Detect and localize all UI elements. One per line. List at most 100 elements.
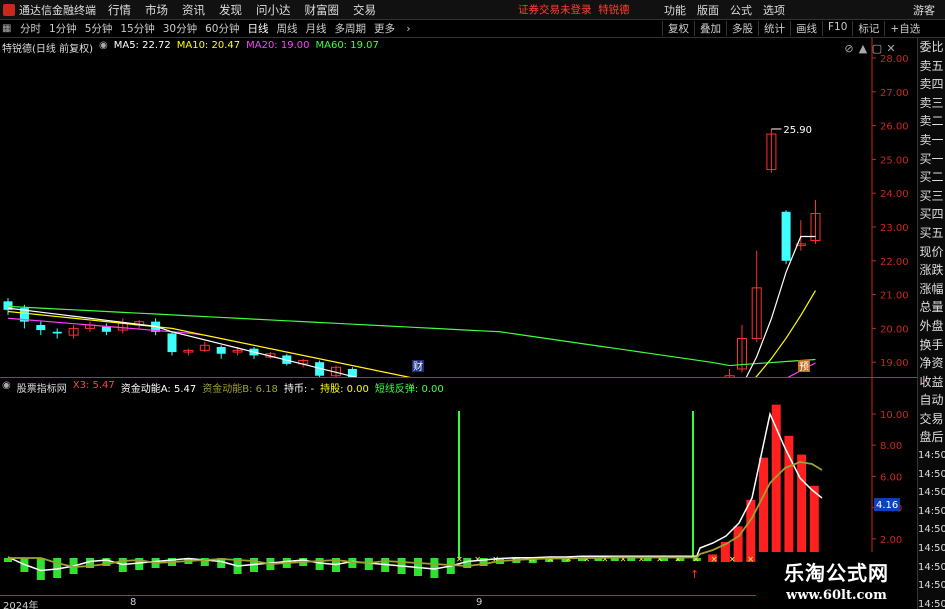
x-marker: ✕ [474,555,481,564]
menu-ask[interactable]: 问小达 [256,2,291,18]
side-panel-item[interactable]: 14:50 [918,596,945,609]
period-toolbar: ▦ 分时 1分钟 5分钟 15分钟 30分钟 60分钟 日线 周线 月线 多周期… [0,20,945,38]
side-panel-item[interactable]: 买一 [918,150,945,169]
menu-quotes[interactable]: 行情 [108,2,131,18]
app-logo[interactable]: 通达信金融终端 [0,2,100,18]
menu-layout[interactable]: 版面 [697,2,719,18]
menu-wealth[interactable]: 财富圈 [305,2,340,18]
multi-stock-button[interactable]: 多股 [726,21,758,36]
side-panel-item[interactable]: 14:50 [918,559,945,578]
fund-energy-a-line [7,411,823,572]
watermark-url: www.60lt.com [786,588,887,603]
side-panel-item[interactable]: 买五 [918,224,945,243]
side-panel-item[interactable]: 买二 [918,168,945,187]
stats-button[interactable]: 统计 [758,21,790,36]
side-panel-item[interactable]: 14:50 [918,540,945,559]
side-panel-item[interactable]: 收益 [918,373,945,392]
candle-body-down [52,331,62,334]
menu-discover[interactable]: 发现 [219,2,242,18]
side-panel-item[interactable]: 14:50 [918,484,945,503]
price-tick-label: 27.00 [880,88,909,99]
side-panel-item[interactable]: 委比 [918,38,945,57]
menu-options[interactable]: 选项 [763,2,785,18]
side-panel-item[interactable]: 涨跌 [918,261,945,280]
price-tick-label: 23.00 [880,223,909,234]
side-panel-item[interactable]: 14:50 [918,521,945,540]
side-panel-item[interactable]: 买三 [918,187,945,206]
candle-body-down [216,346,226,354]
indicator-bar-red [797,454,807,562]
period-weekly[interactable]: 周线 [277,21,298,36]
side-panel-item[interactable]: 卖四 [918,75,945,94]
indicator-bar-green [643,558,652,561]
grid-icon[interactable]: ▦ [2,23,14,34]
side-panel-item[interactable]: 交易 [918,410,945,429]
indicator-bar-red [746,499,756,562]
side-panel-item[interactable]: 卖五 [918,57,945,76]
side-panel-item[interactable]: 盘后 [918,428,945,447]
add-watchlist-button[interactable]: +自选 [884,21,925,36]
menu-trade[interactable]: 交易 [353,2,376,18]
f10-button[interactable]: F10 [822,21,852,36]
mark-button[interactable]: 标记 [852,21,884,36]
app-logo-icon [3,3,15,16]
side-panel-item[interactable]: 换手 [918,336,945,355]
side-panel-item[interactable]: 14:50 [918,503,945,522]
ma5-line [7,235,816,378]
period-more[interactable]: 更多 › [374,21,411,36]
period-monthly[interactable]: 月线 [306,21,327,36]
menu-market[interactable]: 市场 [145,2,168,18]
period-daily[interactable]: 日线 [248,21,269,36]
side-panel-item[interactable]: 卖二 [918,112,945,131]
app-title: 通达信金融终端 [19,3,96,17]
price-tick-label: 28.00 [880,54,909,65]
x-label-year: 2024年 [3,601,39,609]
indicator-bar-red [759,457,768,562]
period-30min[interactable]: 30分钟 [163,21,197,36]
side-panel-item[interactable]: 14:50 [918,466,945,485]
candle-body-down [101,326,111,332]
side-panel-item[interactable]: 卖一 [918,131,945,150]
candlestick-chart[interactable]: 28.00 27.00 26.00 25.00 24.00 23.00 22.00 21.00… [0,38,917,378]
price-tick-label: 25.00 [880,155,909,166]
candle-body-down [781,211,791,261]
side-panel-item[interactable]: 现价 [918,243,945,262]
period-multi[interactable]: 多周期 [335,21,367,36]
side-panel-item[interactable]: 总量 [918,298,945,317]
period-15min[interactable]: 15分钟 [120,21,154,36]
watermark-title: 乐淘公式网 [784,561,889,585]
indicator-tick-label: 2.00 [880,535,902,546]
side-panel-item[interactable]: 14:50 [918,577,945,596]
trade-login-notice[interactable]: 证券交易未登录 特锐德 [518,2,630,17]
indicator-tick-label: 8.00 [880,441,902,452]
watermark: 乐淘公式网 www.60lt.com [756,552,917,609]
menu-news[interactable]: 资讯 [182,2,205,18]
ma60-line [7,305,816,367]
fund-energy-b-line [8,461,823,568]
high-price-label: 25.90 [783,125,812,136]
side-panel-item[interactable]: 卖三 [918,94,945,113]
side-panel-item[interactable]: 净资 [918,354,945,373]
period-timeshare[interactable]: 分时 [20,21,41,36]
ma10-line [7,290,817,378]
cai-tag: 财 [413,360,423,373]
period-5min[interactable]: 5分钟 [85,21,113,36]
side-panel-item[interactable]: 涨幅 [918,280,945,299]
adjust-button[interactable]: 复权 [662,21,694,36]
candle-body-down [36,325,46,331]
menu-functions[interactable]: 功能 [664,2,686,18]
x-label-sep: 9 [476,597,483,608]
overlay-button[interactable]: 叠加 [694,21,726,36]
price-tick-label: 26.00 [880,122,909,133]
draw-line-button[interactable]: 画线 [790,21,822,36]
side-panel-item[interactable]: 自动 [918,391,945,410]
guest-login[interactable]: 游客 [913,2,935,18]
side-panel-item[interactable]: 外盘 [918,317,945,336]
menu-formula[interactable]: 公式 [730,2,752,18]
period-60min[interactable]: 60分钟 [205,21,239,36]
side-panel-item[interactable]: 买四 [918,205,945,224]
period-1min[interactable]: 1分钟 [49,21,77,36]
price-tick-label: 20.00 [880,324,909,335]
side-panel-item[interactable]: 14:50 [918,447,945,466]
candle-body-down [167,333,177,353]
